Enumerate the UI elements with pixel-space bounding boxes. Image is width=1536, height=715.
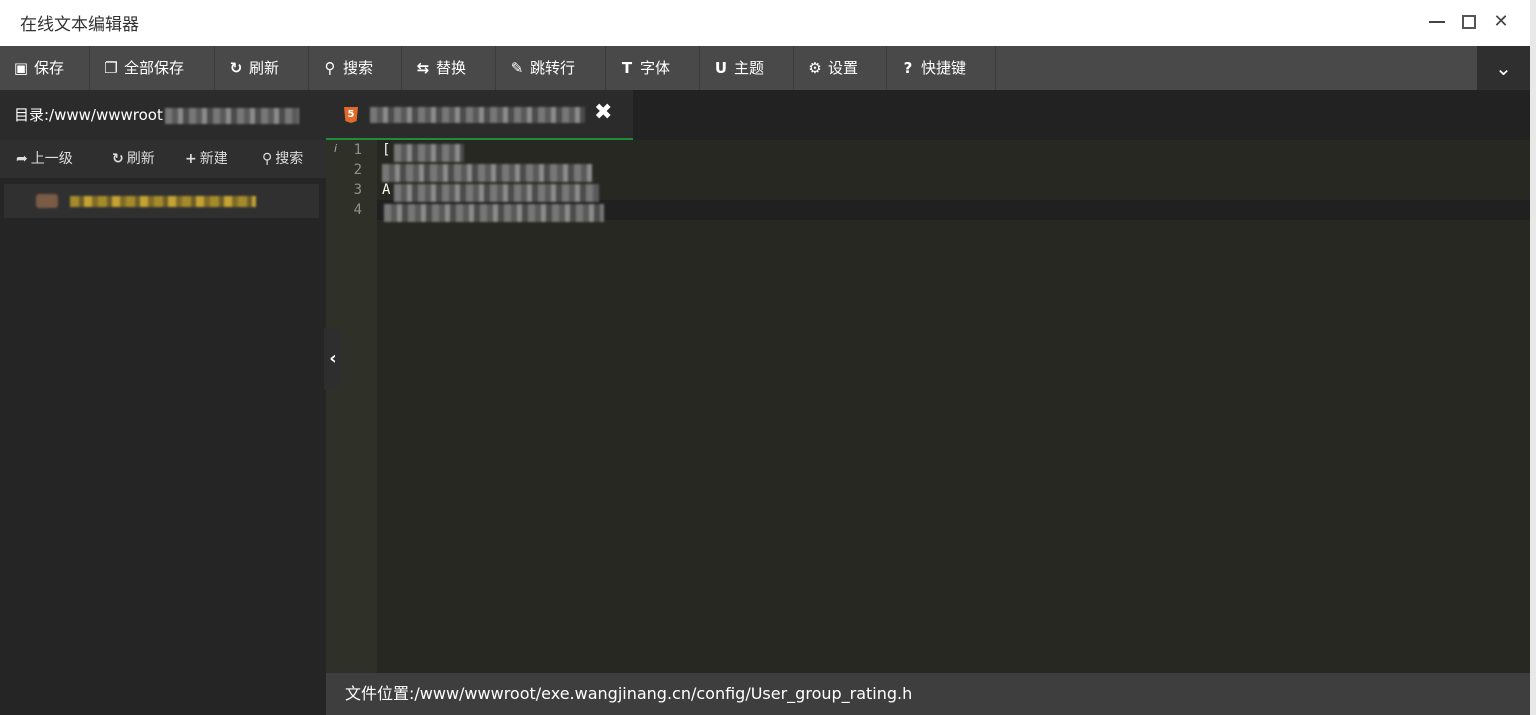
- parent-dir-button[interactable]: ➦ 上一级: [16, 140, 73, 178]
- save-button[interactable]: ▣ 保存: [0, 46, 90, 90]
- maximize-icon[interactable]: [1456, 10, 1482, 36]
- code-text: [: [382, 142, 391, 158]
- magnet-icon: U: [714, 59, 728, 77]
- theme-label: 主题: [734, 59, 765, 77]
- redacted-path: [164, 107, 299, 124]
- save-all-icon: ❐: [104, 59, 118, 77]
- refresh-icon: ↻: [112, 151, 124, 167]
- file-list-item[interactable]: [4, 184, 319, 218]
- replace-label: 替换: [436, 59, 467, 77]
- font-icon: T: [621, 59, 633, 77]
- editor-tabs: 5 ✖: [326, 90, 1530, 140]
- replace-icon: ⇆: [416, 59, 430, 77]
- line-number: 4: [353, 202, 362, 218]
- new-file-label: 新建: [199, 151, 228, 167]
- question-icon: ?: [903, 59, 913, 77]
- goto-line-label: 跳转行: [530, 59, 576, 77]
- sidebar-search-label: 搜索: [275, 151, 304, 167]
- shortcuts-button[interactable]: ? 快捷键: [887, 46, 996, 90]
- settings-button[interactable]: ⚙ 设置: [794, 46, 887, 90]
- html5-icon: 5: [344, 107, 358, 123]
- save-all-button[interactable]: ❐ 全部保存: [90, 46, 215, 90]
- search-icon: ⚲: [324, 59, 336, 77]
- line-number: 1: [353, 142, 362, 158]
- save-label: 保存: [34, 59, 65, 77]
- editor-toolbar: ▣ 保存 ❐ 全部保存 ↻ 刷新 ⚲ 搜索 ⇆ 替换 ✎ 跳转行 T 字体 U 主题 ⚙ 设置 ?…: [0, 46, 1530, 90]
- search-label: 搜索: [343, 59, 374, 77]
- minimize-icon[interactable]: [1424, 10, 1450, 36]
- new-file-button[interactable]: + 新建: [185, 140, 228, 178]
- code-text: A: [382, 182, 391, 198]
- redacted-tab-name: [370, 107, 585, 123]
- editor-tab-active[interactable]: 5 ✖: [326, 90, 633, 140]
- file-sidebar: 目录:/www/wwwroot ➦ 上一级 ↻ 刷新 + 新建 ⚲ 搜索: [0, 90, 326, 715]
- window-title: 在线文本编辑器: [20, 15, 139, 35]
- refresh-button[interactable]: ↻ 刷新: [215, 46, 309, 90]
- sidebar-refresh-label: 刷新: [126, 151, 155, 167]
- code-editor[interactable]: i 1 2 3 4 [ A: [326, 140, 1530, 673]
- sidebar-refresh-button[interactable]: ↻ 刷新: [112, 140, 155, 178]
- plus-icon: +: [185, 151, 197, 167]
- gear-icon: ⚙: [808, 59, 822, 77]
- redacted-code: [394, 144, 464, 162]
- redacted-code: [382, 164, 592, 182]
- line-gutter: i 1 2 3 4: [326, 140, 377, 673]
- status-bar: 文件位置:/www/wwwroot/exe.wangjinang.cn/conf…: [326, 673, 1530, 715]
- toolbar-spacer: [996, 46, 1477, 90]
- pin-icon: ✎: [510, 59, 524, 77]
- close-icon[interactable]: ✕: [1488, 10, 1514, 36]
- collapse-sidebar-icon[interactable]: ‹: [324, 328, 342, 390]
- refresh-icon: ↻: [229, 59, 243, 77]
- goto-line-button[interactable]: ✎ 跳转行: [496, 46, 606, 90]
- theme-button[interactable]: U 主题: [700, 46, 794, 90]
- window-edge: [1530, 0, 1536, 715]
- redacted-code: [394, 184, 599, 202]
- font-button[interactable]: T 字体: [606, 46, 700, 90]
- directory-label: 目录:/www/wwwroot: [14, 106, 163, 124]
- save-all-label: 全部保存: [124, 59, 185, 77]
- parent-dir-label: 上一级: [30, 151, 73, 167]
- line-number: 2: [353, 162, 362, 178]
- shortcuts-label: 快捷键: [921, 59, 967, 77]
- redacted-file-name: [70, 196, 256, 207]
- settings-label: 设置: [828, 59, 859, 77]
- sidebar-search-button[interactable]: ⚲ 搜索: [262, 140, 303, 178]
- replace-button[interactable]: ⇆ 替换: [402, 46, 496, 90]
- file-location: 文件位置:/www/wwwroot/exe.wangjinang.cn/conf…: [345, 684, 913, 703]
- save-icon: ▣: [13, 59, 29, 77]
- search-icon: ⚲: [262, 151, 273, 167]
- redacted-code: [384, 204, 604, 222]
- refresh-label: 刷新: [249, 59, 280, 77]
- close-tab-icon[interactable]: ✖: [594, 100, 612, 125]
- directory-path: 目录:/www/wwwroot: [0, 90, 326, 140]
- window-titlebar: 在线文本编辑器 ✕: [0, 0, 1530, 46]
- line-number: 3: [353, 182, 362, 198]
- file-icon: [36, 194, 58, 208]
- font-label: 字体: [640, 59, 671, 77]
- search-button[interactable]: ⚲ 搜索: [309, 46, 402, 90]
- share-icon: ➦: [16, 151, 28, 167]
- file-actions-bar: ➦ 上一级 ↻ 刷新 + 新建 ⚲ 搜索: [0, 140, 326, 178]
- chevron-down-icon[interactable]: ⌄: [1477, 46, 1530, 90]
